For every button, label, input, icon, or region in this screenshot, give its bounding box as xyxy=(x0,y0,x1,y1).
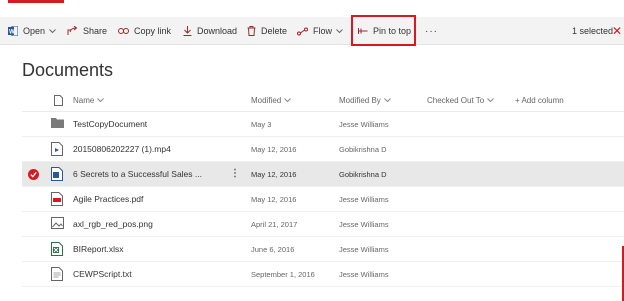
excel-file-icon xyxy=(51,242,63,256)
file-name[interactable]: TestCopyDocument xyxy=(73,112,147,137)
modified-by: Gobikrishna D xyxy=(339,170,387,179)
delete-button[interactable]: Delete xyxy=(247,17,287,45)
pdf-file-icon xyxy=(51,192,63,206)
download-label: Download xyxy=(197,26,238,36)
table-row-selected[interactable]: 6 Secrets to a Successful Sales ... ⋮ Ma… xyxy=(22,162,624,187)
file-name[interactable]: BIReport.xlsx xyxy=(73,237,124,262)
close-icon[interactable]: ✕ xyxy=(612,17,622,45)
file-name[interactable]: axl_rgb_red_pos.png xyxy=(73,212,153,237)
checked-out-to-header-label: Checked Out To xyxy=(427,95,485,105)
modified-date: September 1, 2016 xyxy=(251,270,315,279)
table-row[interactable]: BIReport.xlsx June 6, 2016 Jesse William… xyxy=(22,237,624,262)
more-label: ··· xyxy=(425,25,438,37)
modified-date: May 3 xyxy=(251,120,272,129)
add-column-label: + Add column xyxy=(515,95,564,105)
link-icon xyxy=(118,28,129,34)
file-type-column-header[interactable] xyxy=(51,92,63,108)
pin-to-top-highlight xyxy=(351,15,416,46)
add-column-button[interactable]: + Add column xyxy=(515,92,564,108)
modified-by: Jesse Williams xyxy=(339,120,389,129)
modified-date: June 6, 2016 xyxy=(251,245,295,254)
share-button[interactable]: Share xyxy=(67,17,107,45)
selected-check-icon[interactable] xyxy=(28,169,39,180)
modified-date: May 12, 2016 xyxy=(251,195,297,204)
table-row[interactable]: CEWPScript.txt September 1, 2016 Jesse W… xyxy=(22,262,624,287)
modified-header-label: Modified xyxy=(251,95,282,105)
table-row[interactable]: Agile Practices.pdf May 12, 2016 Jesse W… xyxy=(22,187,624,212)
name-column-header[interactable]: Name xyxy=(73,92,105,108)
delete-label: Delete xyxy=(261,26,288,36)
copy-link-button[interactable]: Copy link xyxy=(118,17,171,45)
text-file-icon xyxy=(51,267,63,281)
document-icon xyxy=(54,94,63,106)
chevron-down-icon xyxy=(336,28,343,33)
modified-date: April 21, 2017 xyxy=(251,220,298,229)
word-file-icon xyxy=(51,167,63,181)
flow-button[interactable]: Flow xyxy=(297,17,343,45)
file-name[interactable]: Agile Practices.pdf xyxy=(73,187,143,212)
file-name[interactable]: 6 Secrets to a Successful Sales ... xyxy=(73,162,202,187)
modified-date: May 12, 2016 xyxy=(251,170,297,179)
file-name[interactable]: CEWPScript.txt xyxy=(73,262,132,287)
modified-by: Jesse Williams xyxy=(339,270,389,279)
row-more-options-button[interactable]: ⋮ xyxy=(230,162,240,187)
command-bar: W Open Share Copy link Download Delete F… xyxy=(0,17,624,45)
brand-accent-bar xyxy=(8,0,64,3)
modified-by: Jesse Williams xyxy=(339,245,389,254)
checked-out-to-column-header[interactable]: Checked Out To xyxy=(427,92,495,108)
modified-by-column-header[interactable]: Modified By xyxy=(339,92,391,108)
selection-count: 1 selected xyxy=(572,26,614,36)
open-button[interactable]: W Open xyxy=(8,17,56,45)
chevron-down-icon xyxy=(49,28,56,33)
video-file-icon xyxy=(51,142,63,156)
table-row[interactable]: 20150806202227 (1).mp4 May 12, 2016 Gobi… xyxy=(22,137,624,162)
download-icon xyxy=(183,26,192,36)
trash-icon xyxy=(247,26,256,36)
more-commands-button[interactable]: ··· xyxy=(425,17,438,45)
open-label: Open xyxy=(23,26,46,36)
table-row[interactable]: axl_rgb_red_pos.png April 21, 2017 Jesse… xyxy=(22,212,624,237)
chevron-down-icon xyxy=(383,97,391,102)
page-title: Documents xyxy=(22,60,114,80)
chevron-down-icon xyxy=(487,97,495,102)
svg-text:W: W xyxy=(9,30,15,36)
download-button[interactable]: Download xyxy=(183,17,237,45)
modified-by-header-label: Modified By xyxy=(339,95,381,105)
modified-by: Gobikrishna D xyxy=(339,145,387,154)
modified-column-header[interactable]: Modified xyxy=(251,92,292,108)
file-name[interactable]: 20150806202227 (1).mp4 xyxy=(73,137,171,162)
share-icon xyxy=(67,26,78,35)
word-icon: W xyxy=(8,26,18,36)
modified-by: Jesse Williams xyxy=(339,195,389,204)
share-label: Share xyxy=(83,26,108,36)
chevron-down-icon xyxy=(284,97,292,102)
flow-icon xyxy=(297,27,308,35)
folder-icon xyxy=(51,118,64,128)
table-row[interactable]: TestCopyDocument May 3 Jesse Williams xyxy=(22,112,624,137)
modified-date: May 12, 2016 xyxy=(251,145,297,154)
name-header-label: Name xyxy=(73,95,95,105)
copy-link-label: Copy link xyxy=(134,26,172,36)
modified-by: Jesse Williams xyxy=(339,220,389,229)
image-file-icon xyxy=(51,217,64,229)
chevron-down-icon xyxy=(97,97,105,102)
flow-label: Flow xyxy=(313,26,333,36)
